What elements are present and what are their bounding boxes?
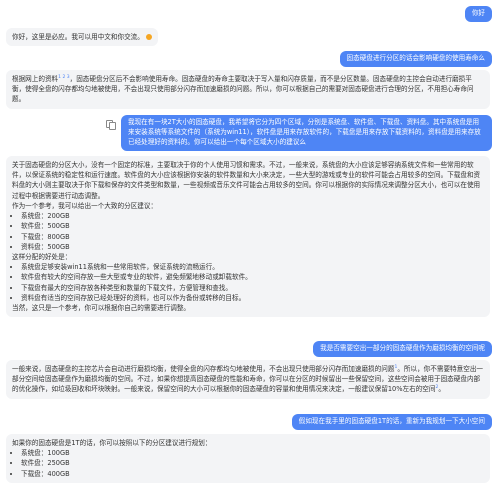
assistant-message-text: ，固态硬盘分区后不会影响使用寿命。固态硬盘的寿命主要取决于写入量和闪存质量，而不… bbox=[12, 75, 474, 104]
assistant-message: 一般来说，固态硬盘的主控芯片会自动进行磨损均衡，使得全盘的闪存都均匀地被使用，不… bbox=[6, 360, 490, 399]
assistant-message: 你好，这里是必应。我可以用中文和你交流。 bbox=[6, 28, 158, 47]
list-item: 系统盘：100GB bbox=[21, 448, 484, 458]
assistant-message-row: 如果你的固态硬盘是1T的话，你可以按照以下的分区建议进行规划： 系统盘：100G… bbox=[6, 434, 490, 483]
assistant-paragraph: 这样分配的好处是： bbox=[12, 252, 72, 261]
benefit-list: 系统盘足够安装win11系统和一些常用软件，保证系统的流畅运行。 软件盘有较大的… bbox=[12, 262, 484, 303]
assistant-paragraph: 如果你的固态硬盘是1T的话，你可以按照以下的分区建议进行规划： bbox=[12, 439, 212, 447]
user-message: 固态硬盘进行分区的话会影响硬盘的使用寿命么 bbox=[339, 51, 492, 67]
list-item: 下载盘：400GB bbox=[21, 469, 484, 479]
reference-links[interactable]: 1 2 3 bbox=[58, 75, 69, 80]
assistant-message-text: 根据网上的资料 bbox=[12, 75, 59, 83]
list-item: 系统盘：200GB bbox=[21, 211, 484, 221]
chat-conversation: 你好 你好，这里是必应。我可以用中文和你交流。 固态硬盘进行分区的话会影响硬盘的… bbox=[0, 0, 500, 486]
user-message: 假如现在我手里的固态硬盘1T的话，重新为我规划一下大小空间 bbox=[291, 414, 492, 430]
list-item: 软件盘：250GB bbox=[21, 458, 484, 468]
assistant-message-text: 你好，这里是必应。我可以用中文和你交流。 bbox=[12, 33, 144, 41]
list-item: 下载盘：800GB bbox=[21, 232, 484, 242]
list-item: 软件盘：500GB bbox=[21, 221, 484, 231]
user-message-row: 我是否需要空出一部分的固态硬盘作为磨损均衡的空间呢 bbox=[313, 341, 492, 357]
assistant-message: 如果你的固态硬盘是1T的话，你可以按照以下的分区建议进行规划： 系统盘：100G… bbox=[6, 434, 490, 483]
smile-emoji-icon bbox=[145, 34, 152, 40]
user-message: 我现在有一块2T大小的固态硬盘，我希望将它分为四个区域，分别是系统盘、软件盘、下… bbox=[121, 115, 492, 151]
list-item: 下载盘有最大的空间存放各种类型和数量的下载文件，方便管理和查找。 bbox=[21, 283, 484, 293]
user-message-row: 固态硬盘进行分区的话会影响硬盘的使用寿命么 bbox=[339, 51, 492, 67]
assistant-message-row: 关于固态硬盘的分区大小，没有一个固定的标准，主要取决于你的个人使用习惯和需求。不… bbox=[6, 156, 490, 318]
list-item: 软件盘有较大的空间存放一些大型或专业的软件，避免频繁地移动或卸载软件。 bbox=[21, 272, 484, 282]
list-item: 资料盘：500GB bbox=[21, 242, 484, 252]
reference-links[interactable]: 2 bbox=[435, 385, 438, 390]
assistant-message: 根据网上的资料1 2 3，固态硬盘分区后不会影响使用寿命。固态硬盘的寿命主要取决… bbox=[6, 70, 490, 109]
user-message: 你好 bbox=[464, 6, 492, 22]
copy-icon[interactable] bbox=[106, 120, 116, 130]
list-item: 资料盘有适当的空间存放已经处理好的资料，也可以作为备份或转移的目标。 bbox=[21, 293, 484, 303]
assistant-message-row: 根据网上的资料1 2 3，固态硬盘分区后不会影响使用寿命。固态硬盘的寿命主要取决… bbox=[6, 70, 490, 109]
assistant-message-row: 一般来说，固态硬盘的主控芯片会自动进行磨损均衡，使得全盘的闪存都均匀地被使用，不… bbox=[6, 360, 490, 399]
assistant-paragraph: 关于固态硬盘的分区大小，没有一个固定的标准，主要取决于你的个人使用习惯和需求。不… bbox=[12, 161, 481, 200]
assistant-paragraph: 当然，这只是一个参考，你可以根据你自己的需要进行调整。 bbox=[12, 304, 191, 313]
assistant-message-text: 一般来说，固态硬盘的主控芯片会自动进行磨损均衡，使得全盘的闪存都均匀地被使用，不… bbox=[12, 365, 395, 373]
assistant-message: 关于固态硬盘的分区大小，没有一个固定的标准，主要取决于你的个人使用习惯和需求。不… bbox=[6, 156, 490, 318]
assistant-paragraph: 作为一个参考，我可以给出一个大致的分区建议： bbox=[12, 201, 158, 210]
user-message-row: 假如现在我手里的固态硬盘1T的话，重新为我规划一下大小空间 bbox=[291, 414, 492, 430]
partition-size-list: 系统盘：100GB 软件盘：250GB 下载盘：400GB bbox=[12, 448, 484, 479]
user-message-row: 你好 bbox=[464, 6, 492, 22]
partition-size-list: 系统盘：200GB 软件盘：500GB 下载盘：800GB 资料盘：500GB bbox=[12, 211, 484, 252]
list-item: 系统盘足够安装win11系统和一些常用软件，保证系统的流畅运行。 bbox=[21, 262, 484, 272]
user-message-row: 我现在有一块2T大小的固态硬盘，我希望将它分为四个区域，分别是系统盘、软件盘、下… bbox=[106, 115, 492, 151]
assistant-message-row: 你好，这里是必应。我可以用中文和你交流。 bbox=[6, 28, 158, 47]
user-message: 我是否需要空出一部分的固态硬盘作为磨损均衡的空间呢 bbox=[313, 341, 492, 357]
